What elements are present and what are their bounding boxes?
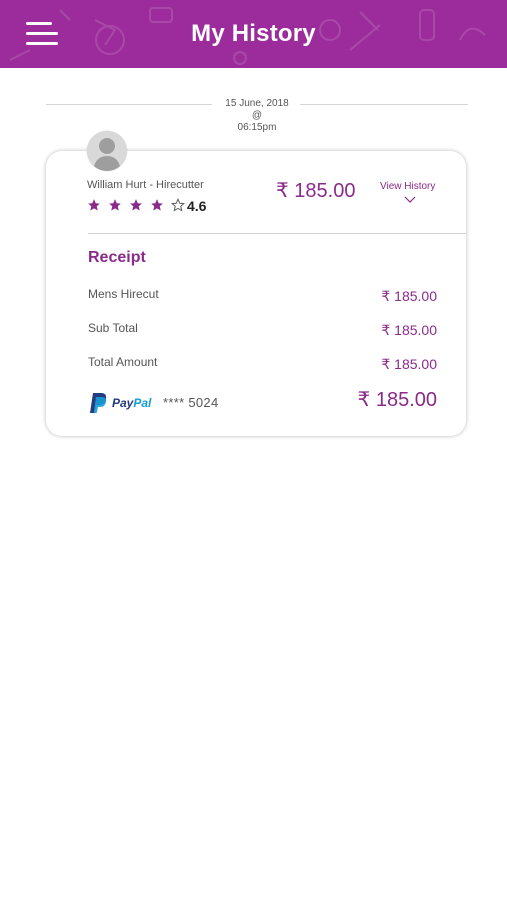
- divider-right: [300, 104, 468, 105]
- chevron-down-icon[interactable]: [404, 196, 416, 204]
- history-at: @: [251, 110, 263, 121]
- card-divider: [88, 233, 466, 234]
- receipt-row-value: ₹ 185.00: [381, 288, 437, 304]
- divider-left: [46, 104, 212, 105]
- masked-card-number: **** 5024: [163, 395, 219, 410]
- history-time: 06:15pm: [237, 122, 277, 133]
- booking-amount: ₹ 185.00: [276, 180, 356, 202]
- rating-value: 4.6: [187, 198, 207, 214]
- paypal-brand-part1: Pay: [112, 396, 134, 410]
- paypal-brand-part2: Pal: [133, 396, 152, 410]
- history-date-separator: 15 June, 2018 @ 06:15pm: [46, 96, 468, 136]
- history-datetime: 15 June, 2018 @ 06:15pm: [206, 98, 308, 134]
- star-outline-icon: [171, 198, 185, 212]
- receipt-row-value: ₹ 185.00: [381, 322, 437, 338]
- receipt-row-label: Mens Hirecut: [88, 287, 159, 301]
- avatar: [87, 131, 127, 171]
- app-header: My History: [0, 0, 507, 68]
- receipt-row-label: Sub Total: [88, 321, 138, 335]
- user-silhouette-icon: [93, 138, 121, 171]
- paypal-logo-icon: [90, 393, 107, 413]
- payment-total: ₹ 185.00: [357, 389, 437, 411]
- history-date: 15 June, 2018: [225, 98, 289, 109]
- star-filled-icon: [109, 199, 121, 211]
- provider-name: William Hurt - Hirecutter: [87, 179, 204, 191]
- receipt-row-label: Total Amount: [88, 355, 158, 369]
- star-filled-icon: [88, 199, 100, 211]
- paypal-brand-text: PayPal: [112, 396, 151, 410]
- page-title: My History: [191, 20, 316, 47]
- star-filled-icon: [130, 199, 142, 211]
- view-history-link[interactable]: View History: [380, 181, 435, 192]
- receipt-row-value: ₹ 185.00: [381, 356, 437, 372]
- receipt-title: Receipt: [88, 249, 146, 266]
- star-filled-icon: [151, 199, 163, 211]
